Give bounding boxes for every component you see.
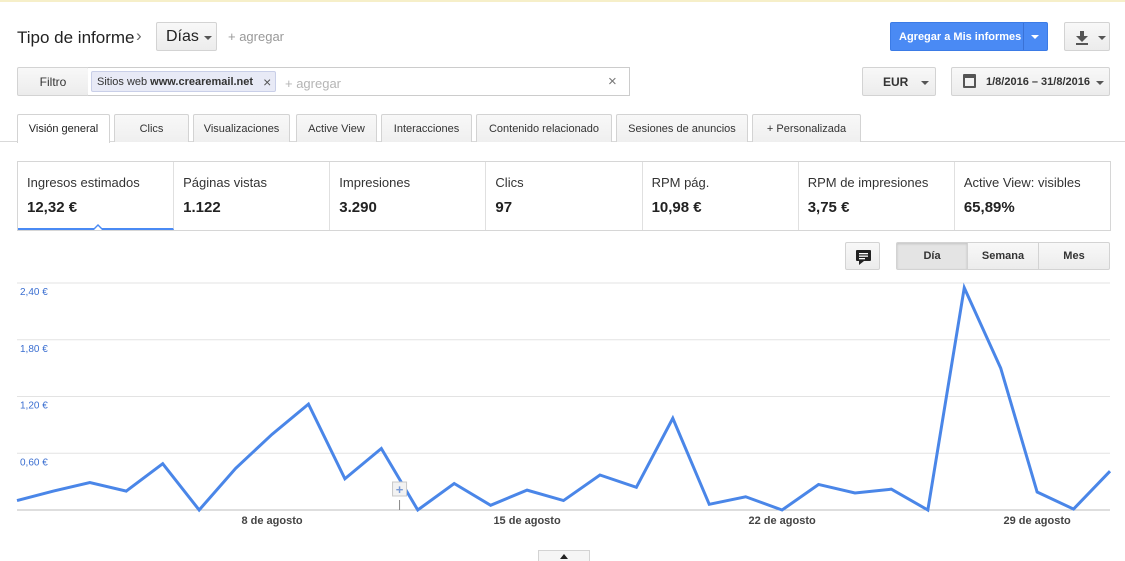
revenue-line-chart: 0,60 € 1,20 € 1,80 € 2,40 € 8 de agosto 15 de… bbox=[16, 282, 1112, 527]
x-tick-label: 29 de agosto bbox=[1004, 515, 1072, 527]
y-tick-label: 2,40 € bbox=[20, 287, 48, 298]
plus-icon: + bbox=[396, 482, 404, 497]
collapse-chart-tab[interactable] bbox=[538, 550, 590, 561]
x-tick-label: 15 de agosto bbox=[493, 515, 561, 527]
y-tick-label: 1,20 € bbox=[20, 401, 48, 412]
x-tick-label: 22 de agosto bbox=[748, 515, 816, 527]
revenue-series-line bbox=[16, 282, 1112, 513]
y-tick-label: 0,60 € bbox=[20, 457, 48, 468]
x-tick-label: 8 de agosto bbox=[241, 515, 302, 527]
y-tick-label: 1,80 € bbox=[20, 344, 48, 355]
chevron-up-icon bbox=[560, 554, 568, 559]
